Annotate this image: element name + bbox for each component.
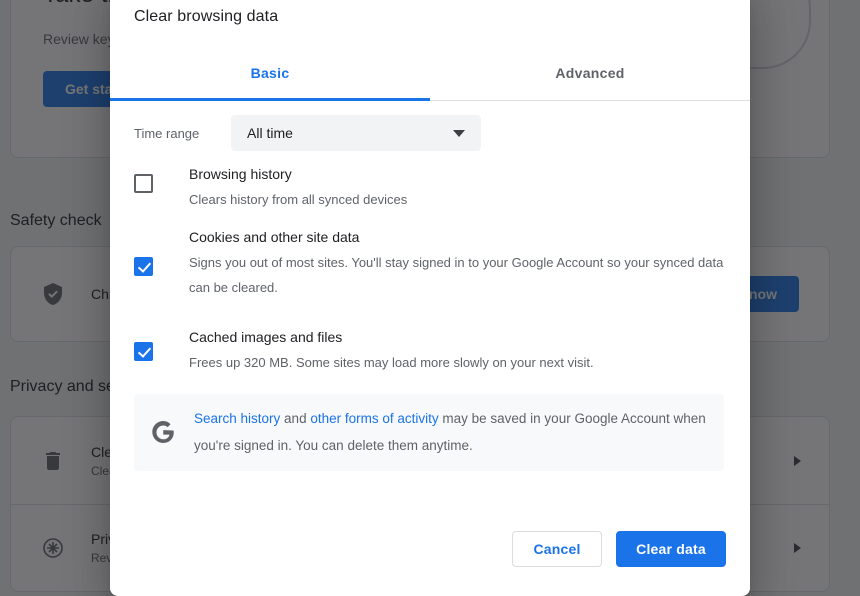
- checkbox-cached-images-and-files[interactable]: [134, 341, 153, 361]
- checkbox-title: Cookies and other site data: [189, 229, 360, 245]
- clear-data-button[interactable]: Clear data: [616, 531, 726, 567]
- checkbox-row-cookies: Cookies and other site data Signs you ou…: [134, 225, 734, 300]
- checkbox-row-cached-images: Cached images and files Frees up 320 MB.…: [134, 325, 734, 375]
- checkbox-text: Cookies and other site data Signs you ou…: [174, 225, 734, 300]
- checkbox-wrap: [134, 341, 174, 361]
- checkbox-description: Signs you out of most sites. You'll stay…: [189, 255, 724, 295]
- checkbox-description: Clears history from all synced devices: [189, 192, 408, 207]
- checkbox-title: Cached images and files: [189, 329, 343, 345]
- notice-mid-text: and: [280, 411, 311, 426]
- checkbox-row-browsing-history: Browsing history Clears history from all…: [134, 162, 734, 212]
- checkbox-text: Cached images and files Frees up 320 MB.…: [174, 325, 734, 375]
- cancel-button[interactable]: Cancel: [512, 531, 602, 567]
- checkbox-description: Frees up 320 MB. Some sites may load mor…: [189, 355, 594, 370]
- checkbox-text: Browsing history Clears history from all…: [174, 162, 734, 212]
- clear-browsing-data-dialog: Clear browsing data Basic Advanced Time …: [110, 0, 750, 596]
- dialog-tabs: Basic Advanced: [110, 65, 750, 101]
- google-g-icon: [150, 419, 176, 445]
- checkbox-wrap: [134, 173, 174, 193]
- google-notice-text: Search history and other forms of activi…: [194, 405, 706, 459]
- chevron-down-icon: [453, 129, 465, 137]
- checkbox-title: Browsing history: [189, 166, 292, 182]
- time-range-row: Time range All time: [134, 115, 481, 151]
- search-history-link[interactable]: Search history: [194, 411, 280, 426]
- time-range-value: All time: [247, 125, 293, 141]
- time-range-select[interactable]: All time: [231, 115, 481, 151]
- other-forms-of-activity-link[interactable]: other forms of activity: [310, 411, 438, 426]
- checkbox-browsing-history[interactable]: [134, 173, 153, 193]
- dialog-footer: Cancel Clear data: [512, 531, 726, 567]
- tab-advanced[interactable]: Advanced: [430, 65, 750, 100]
- tab-basic[interactable]: Basic: [110, 65, 430, 101]
- checkbox-wrap: [134, 256, 174, 276]
- dialog-title: Clear browsing data: [134, 8, 279, 25]
- time-range-label: Time range: [134, 125, 200, 141]
- google-account-notice: Search history and other forms of activi…: [134, 394, 724, 471]
- checkbox-cookies-and-other-site-data[interactable]: [134, 256, 153, 276]
